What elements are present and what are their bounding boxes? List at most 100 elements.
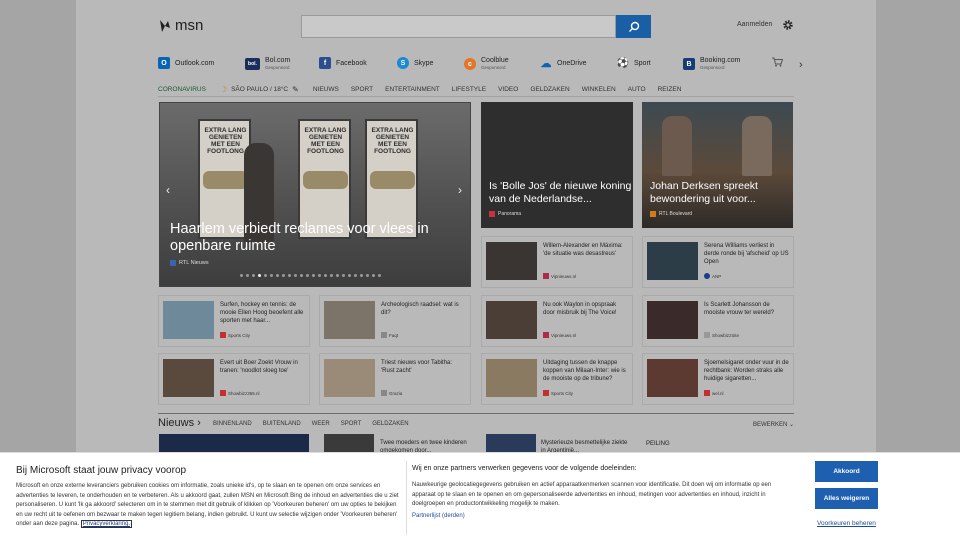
tab-weer[interactable]: WEER xyxy=(312,421,330,427)
gear-icon[interactable] xyxy=(782,19,794,31)
news-tile-large[interactable]: Is 'Bolle Jos' de nieuwe koning van de N… xyxy=(481,102,633,228)
card-thumbnail xyxy=(163,301,214,339)
news-card[interactable]: Triest nieuws voor Tabitha: 'Rust zacht'… xyxy=(319,353,471,405)
nav-item-sport[interactable]: SPORT xyxy=(351,86,373,93)
edit-button[interactable]: BEWERKEN ⌄ xyxy=(753,421,794,428)
carousel-dot[interactable] xyxy=(294,274,297,277)
nav-item-nieuws[interactable]: NIEUWS xyxy=(313,86,339,93)
hero-title[interactable]: Haarlem verbiedt reclames voor vlees in … xyxy=(170,221,460,255)
news-card[interactable]: Evert uit Boer Zoekt Vrouw in tranen: 'n… xyxy=(158,353,310,405)
pencil-icon[interactable]: ✎ xyxy=(292,85,299,94)
news-tabs: BINNENLAND BUITENLAND WEER SPORT GELDZAK… xyxy=(213,421,409,427)
nav-item-video[interactable]: VIDEO xyxy=(498,86,518,93)
msn-logo[interactable]: msn xyxy=(158,17,203,34)
carousel-dot[interactable] xyxy=(324,274,327,277)
source-logo-icon xyxy=(170,260,176,266)
news-card[interactable]: Archeologisch raadsel: wat is dit? Faqt xyxy=(319,295,471,347)
carousel-dot[interactable] xyxy=(330,274,333,277)
carousel-dot[interactable] xyxy=(312,274,315,277)
search-button[interactable] xyxy=(616,15,651,38)
card-source: Sports City xyxy=(220,332,250,338)
nav-item-auto[interactable]: AUTO xyxy=(628,86,646,93)
carousel-dot[interactable] xyxy=(288,274,291,277)
quicklink-outlook[interactable]: O Outlook.com xyxy=(158,57,214,69)
carousel-dot[interactable] xyxy=(306,274,309,277)
poster-text: EXTRA LANG GENIETEN MET EEN FOOTLONG xyxy=(304,127,347,155)
carousel-dot[interactable] xyxy=(366,274,369,277)
quicklink-label: Facebook xyxy=(336,59,367,67)
carousel-dot[interactable] xyxy=(318,274,321,277)
news-card[interactable]: Uitdaging tussen de knappe koppen van Mi… xyxy=(481,353,633,405)
news-card[interactable]: Willem-Alexander en Máxima: 'de situatie… xyxy=(481,236,633,288)
source-name: Vipnieuws.nl xyxy=(551,332,577,338)
source-name: Panorama xyxy=(498,211,522,217)
carousel-dot[interactable] xyxy=(372,274,375,277)
card-title: Archeologisch raadsel: wat is dit? xyxy=(381,302,459,316)
signin-link[interactable]: Aanmelden xyxy=(737,21,772,28)
card-title: Triest nieuws voor Tabitha: 'Rust zacht' xyxy=(381,360,453,374)
hero-carousel[interactable]: EXTRA LANG GENIETEN MET EEN FOOTLONG EXT… xyxy=(159,102,471,287)
partner-list-link[interactable]: Partnerlijst (derden) xyxy=(412,513,465,519)
privacy-statement-link[interactable]: Privacyverklaring. xyxy=(80,520,133,528)
carousel-dot[interactable] xyxy=(240,274,243,277)
carousel-dot[interactable] xyxy=(378,274,381,277)
quicklink-sport[interactable]: ⚽ Sport xyxy=(617,57,651,69)
source-name: ShowbizzSite xyxy=(712,332,740,338)
accept-button[interactable]: Akkoord xyxy=(815,461,878,482)
carousel-dot[interactable] xyxy=(252,274,255,277)
quicklink-label: Coolblue xyxy=(481,57,509,64)
carousel-dot-active[interactable] xyxy=(258,274,261,277)
carousel-dot[interactable] xyxy=(342,274,345,277)
quicklink-coolblue[interactable]: c Coolblue Gesponsord xyxy=(464,57,509,71)
carousel-dot[interactable] xyxy=(336,274,339,277)
tab-binnenland[interactable]: BINNENLAND xyxy=(213,421,252,427)
nav-item-lifestyle[interactable]: LIFESTYLE xyxy=(452,86,486,93)
reject-all-button[interactable]: Alles weigeren xyxy=(815,488,878,509)
nav-item-reizen[interactable]: REIZEN xyxy=(658,86,682,93)
carousel-dot[interactable] xyxy=(264,274,267,277)
carousel-dot[interactable] xyxy=(300,274,303,277)
news-card[interactable]: Surfen, hockey en tennis: de mooie Ellen… xyxy=(158,295,310,347)
card-thumbnail xyxy=(647,242,698,280)
news-heading[interactable]: Nieuws › xyxy=(158,417,201,429)
tab-sport[interactable]: SPORT xyxy=(341,421,362,427)
carousel-dot[interactable] xyxy=(270,274,273,277)
poster-text: EXTRA LANG GENIETEN MET EEN FOOTLONG xyxy=(371,127,414,155)
chevron-right-icon[interactable]: › xyxy=(458,183,462,197)
skype-icon: S xyxy=(397,57,409,69)
quicklink-facebook[interactable]: f Facebook xyxy=(319,57,367,69)
carousel-dot[interactable] xyxy=(246,274,249,277)
news-card[interactable]: Sjoemelsigaret onder vuur in de rechtban… xyxy=(642,353,794,405)
carousel-dot[interactable] xyxy=(354,274,357,277)
nav-item-winkelen[interactable]: WINKELEN xyxy=(582,86,616,93)
quicklink-shop[interactable] xyxy=(772,57,783,67)
quicklink-label: Sport xyxy=(634,59,651,67)
nav-item-entertainment[interactable]: ENTERTAINMENT xyxy=(385,86,440,93)
carousel-dot[interactable] xyxy=(276,274,279,277)
source-name: Faqt xyxy=(389,332,399,338)
carousel-dot[interactable] xyxy=(348,274,351,277)
weather-widget[interactable]: ☽ SÃO PAULO / 18°C ✎ xyxy=(220,85,299,94)
quicklink-bol[interactable]: bol. Bol.com Gesponsord xyxy=(245,57,290,71)
shopping-cart-icon xyxy=(772,57,783,67)
carousel-dot[interactable] xyxy=(360,274,363,277)
tile-source: RTL Boulevard xyxy=(650,211,692,217)
chevron-left-icon[interactable]: ‹ xyxy=(166,183,170,197)
carousel-dot[interactable] xyxy=(282,274,285,277)
news-card[interactable]: Serena Williams verliest in derde ronde … xyxy=(642,236,794,288)
card-title: Is Scarlett Johansson de mooiste vrouw t… xyxy=(704,302,775,316)
tab-geldzaken[interactable]: GELDZAKEN xyxy=(372,421,408,427)
nav-item-geldzaken[interactable]: GELDZAKEN xyxy=(530,86,569,93)
news-tile-large[interactable]: Johan Derksen spreekt bewondering uit vo… xyxy=(642,102,793,228)
news-card[interactable]: Is Scarlett Johansson de mooiste vrouw t… xyxy=(642,295,794,347)
quicklink-booking[interactable]: B Booking.com Gesponsord xyxy=(683,57,740,71)
search-input[interactable] xyxy=(301,15,616,38)
quicklink-skype[interactable]: S Skype xyxy=(397,57,433,69)
news-card[interactable]: Nu ook Waylon in opspraak door misbruik … xyxy=(481,295,633,347)
quicklink-onedrive[interactable]: ☁ OneDrive xyxy=(540,57,587,70)
nav-coronavirus[interactable]: CORONAVIRUS xyxy=(158,86,206,93)
source-name: Sports City xyxy=(551,390,574,396)
chevron-right-icon[interactable]: › xyxy=(799,59,803,71)
tab-buitenland[interactable]: BUITENLAND xyxy=(263,421,301,427)
manage-preferences-link[interactable]: Voorkeuren beheren xyxy=(817,520,876,527)
